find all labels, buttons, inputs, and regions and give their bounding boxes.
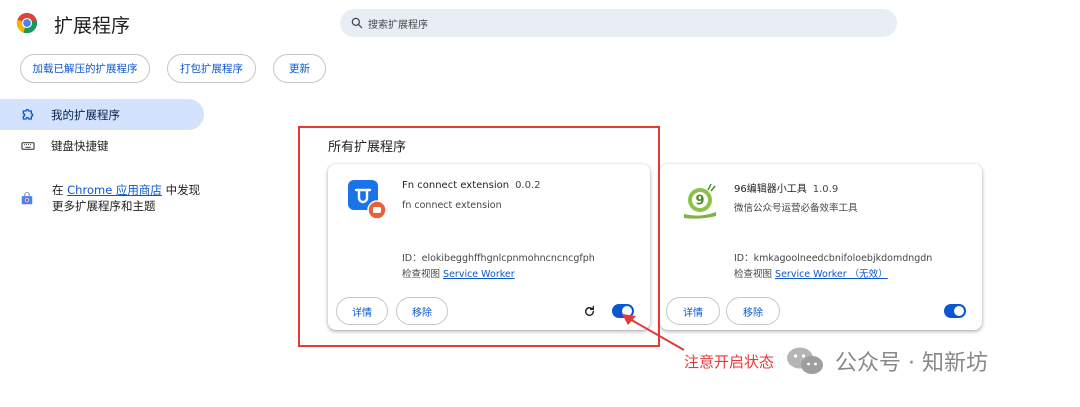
chrome-logo-icon [16, 12, 38, 34]
webstore-icon [21, 192, 33, 205]
webstore-promo: 在 Chrome 应用商店 中发现更多扩展程序和主题 [20, 182, 210, 214]
sidebar-item-label: 键盘快捷键 [51, 138, 109, 153]
page-title: 扩展程序 [54, 15, 131, 37]
remove-button[interactable]: 移除 [726, 297, 780, 325]
extension-name: 96编辑器小工具 1.0.9 [734, 184, 839, 195]
wechat-icon [787, 347, 823, 374]
sidebar-item-keyboard-shortcuts[interactable]: 键盘快捷键 [0, 130, 204, 161]
service-worker-link[interactable]: Service Worker （无效） [775, 269, 888, 280]
load-unpacked-button[interactable]: 加载已解压的扩展程序 [20, 54, 150, 83]
extension-version: 1.0.9 [812, 184, 839, 195]
sidebar-item-my-extensions[interactable]: 我的扩展程序 [0, 99, 204, 130]
search-input[interactable]: 搜索扩展程序 [368, 16, 428, 31]
keyboard-icon [21, 141, 35, 150]
inspect-views: 检查视图 Service Worker （无效） [734, 269, 888, 280]
extensions-page: 扩展程序 搜索扩展程序 加载已解压的扩展程序 打包扩展程序 更新 我的扩展程序 … [0, 0, 1080, 407]
sidebar-item-label: 我的扩展程序 [51, 107, 120, 122]
extension-description: 微信公众号运营必备效率工具 [734, 203, 858, 214]
96-editor-snail-icon: 9 [684, 183, 716, 219]
watermark: 公众号 · 知新坊 [785, 345, 988, 377]
watermark-text: 公众号 · 知新坊 [835, 351, 988, 376]
extension-id: ID：kmkagoolneedcbnifoloebjkdomdngdn [734, 253, 933, 264]
extension-card-96-editor: 9 96编辑器小工具 1.0.9 微信公众号运营必备效率工具 ID：kmkagoo… [660, 164, 982, 330]
annotation-highlight-box [298, 126, 660, 347]
update-button[interactable]: 更新 [273, 54, 326, 83]
webstore-link[interactable]: Chrome 应用商店 [67, 183, 162, 197]
svg-text:9: 9 [695, 194, 704, 209]
search-icon [351, 17, 363, 29]
puzzle-icon [22, 108, 34, 120]
webstore-text: 在 Chrome 应用商店 中发现更多扩展程序和主题 [52, 183, 201, 213]
pack-extension-button[interactable]: 打包扩展程序 [167, 54, 256, 83]
search-bar[interactable]: 搜索扩展程序 [340, 9, 897, 37]
enable-toggle[interactable] [944, 304, 966, 318]
annotation-text: 注意开启状态 [684, 353, 775, 371]
